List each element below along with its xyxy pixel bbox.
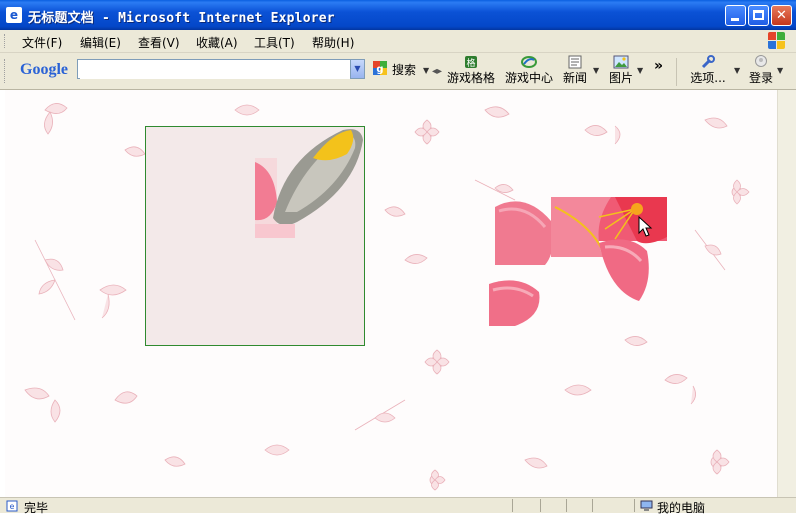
images-label: 图片 — [608, 71, 633, 85]
toolbar-grip[interactable] — [4, 59, 8, 83]
svg-text:格: 格 — [466, 57, 475, 69]
svg-text:e: e — [10, 502, 15, 511]
game-grid-icon: 格 — [463, 55, 479, 69]
status-separator — [634, 499, 635, 512]
menu-file[interactable]: 文件(F) — [22, 34, 62, 51]
my-computer-icon — [640, 500, 653, 511]
more-buttons-chevron[interactable]: » — [654, 58, 668, 90]
menu-tools[interactable]: 工具(T) — [254, 34, 295, 51]
game-center-label: 游戏中心 — [504, 71, 553, 85]
windows-logo-icon — [768, 32, 786, 50]
google-search-field[interactable] — [77, 59, 364, 79]
toolbar-arrows-icon[interactable]: ◂▸ — [432, 66, 442, 77]
status-separator — [566, 499, 567, 512]
maximize-button[interactable] — [748, 5, 769, 26]
game-grid-label: 游戏格格 — [446, 71, 495, 85]
login-dropdown-icon[interactable]: ▼ — [777, 66, 783, 75]
toolbar-separator — [676, 58, 677, 86]
options-dropdown-icon[interactable]: ▼ — [734, 66, 740, 75]
news-icon — [567, 55, 583, 69]
news-dropdown-icon[interactable]: ▼ — [593, 66, 599, 75]
status-text: 完毕 — [24, 501, 49, 515]
images-icon — [613, 55, 629, 69]
user-icon — [753, 55, 769, 69]
puzzle-piece-placed[interactable] — [255, 128, 364, 238]
images-button[interactable]: 图片 — [607, 55, 635, 87]
ie-icon: e — [6, 7, 22, 23]
game-center-button[interactable]: 游戏中心 — [504, 55, 554, 87]
images-dropdown-icon[interactable]: ▼ — [637, 66, 643, 75]
svg-text:g: g — [376, 64, 383, 75]
search-history-dropdown-button[interactable]: ▼ — [350, 59, 365, 79]
status-bar: e 完毕 我的电脑 — [0, 497, 796, 515]
menu-view[interactable]: 查看(V) — [138, 34, 180, 51]
login-button[interactable]: 登录 — [748, 55, 774, 87]
news-button[interactable]: 新闻 — [561, 55, 589, 87]
puzzle-piece-petal[interactable] — [489, 280, 541, 326]
close-button[interactable]: ✕ — [771, 5, 792, 26]
game-center-icon — [521, 55, 537, 69]
close-icon: ✕ — [776, 8, 787, 23]
status-separator — [592, 499, 593, 512]
maximize-icon — [749, 6, 768, 25]
minimize-button[interactable] — [725, 5, 746, 26]
status-separator — [540, 499, 541, 512]
security-zone-text: 我的电脑 — [657, 501, 706, 515]
vertical-scrollbar[interactable] — [777, 90, 796, 497]
google-g-icon: g — [372, 60, 388, 76]
menu-help[interactable]: 帮助(H) — [312, 34, 354, 51]
title-bar[interactable]: e 无标题文档 - Microsoft Internet Explorer ✕ — [0, 0, 796, 30]
minimize-icon — [726, 6, 745, 25]
menu-edit[interactable]: 编辑(E) — [80, 34, 121, 51]
menu-bar: 文件(F) 编辑(E) 查看(V) 收藏(A) 工具(T) 帮助(H) — [0, 30, 796, 53]
search-dropdown-icon[interactable]: ▼ — [423, 66, 429, 75]
status-separator — [512, 499, 513, 512]
search-button-label: 搜索 — [392, 63, 417, 77]
news-label: 新闻 — [562, 71, 587, 85]
window-title: 无标题文档 - Microsoft Internet Explorer — [28, 11, 335, 26]
google-logo-text: Google — [20, 61, 68, 78]
menu-grip[interactable] — [4, 34, 8, 48]
game-grid-button[interactable]: 格 游戏格格 — [446, 55, 496, 87]
page-done-icon: e — [6, 500, 18, 512]
google-logo[interactable]: Google — [20, 61, 68, 79]
options-label: 选项... — [690, 71, 726, 85]
menu-favorites[interactable]: 收藏(A) — [196, 34, 238, 51]
wrench-icon — [700, 55, 716, 69]
google-search-input[interactable] — [80, 61, 352, 79]
options-button[interactable]: 选项... — [684, 55, 732, 87]
login-label: 登录 — [748, 71, 773, 85]
